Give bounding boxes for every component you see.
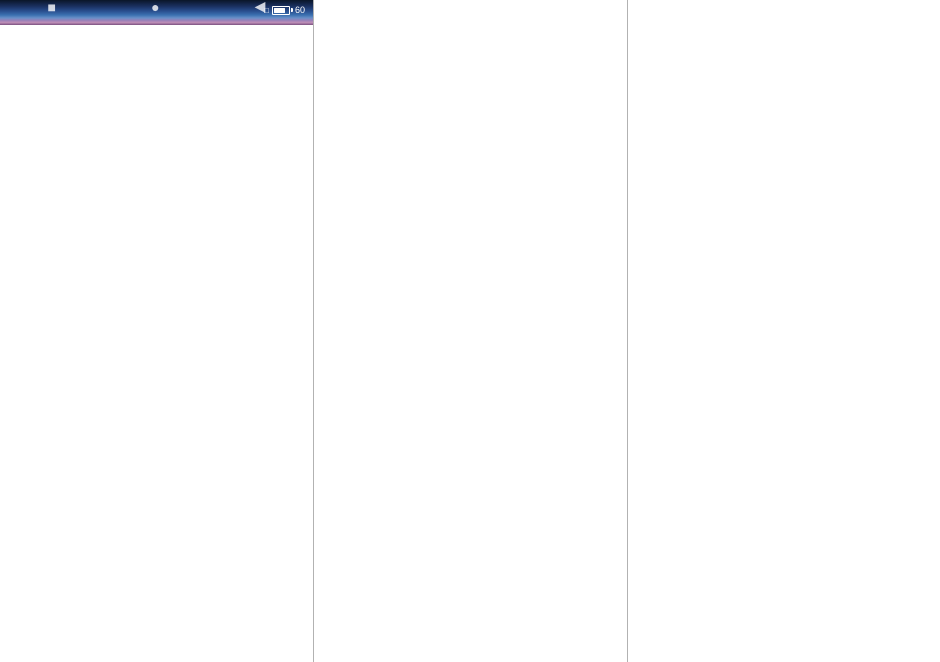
battery-level-1: 60	[295, 5, 305, 15]
phone-screen-2: 0:10 □ 60 Google	[314, 0, 627, 662]
phone-screen-1: □ 60 🎤 00:10 Thu, 01 January No data	[0, 0, 313, 662]
phone-screen-3: 0:11 □ 60 Weather	[627, 0, 940, 662]
status-bar-1: □ 60	[0, 0, 313, 20]
